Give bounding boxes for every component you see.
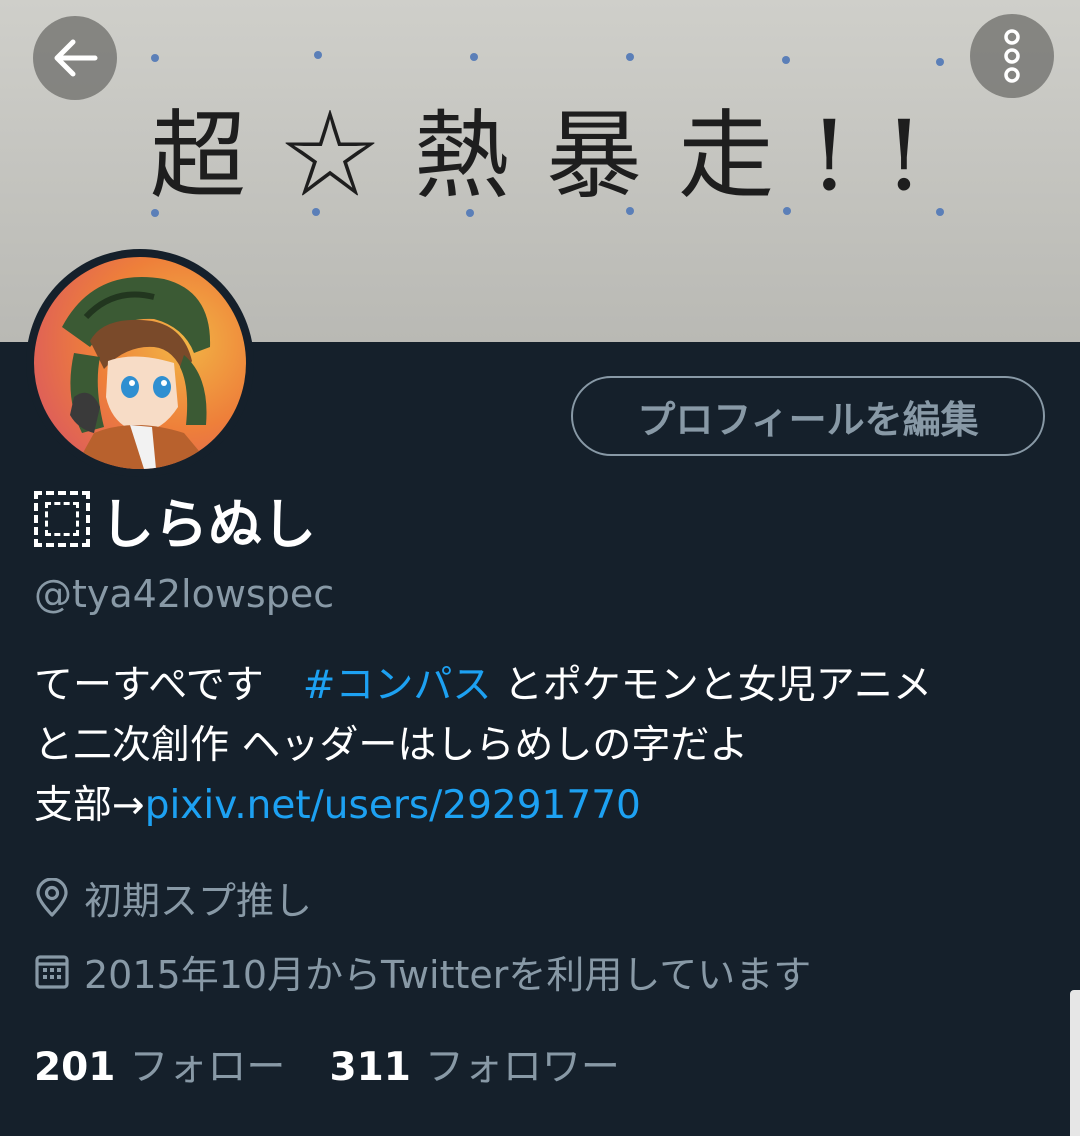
avatar-image: [34, 257, 246, 469]
following-link[interactable]: 201 フォロー: [34, 1036, 285, 1092]
bio-line-3: 支部→pixiv.net/users/29291770: [34, 776, 1054, 836]
location-row: 初期スプ推し: [34, 870, 312, 925]
scrollbar[interactable]: [1070, 990, 1080, 1136]
location-pin-icon: [36, 877, 68, 917]
joined-row: 2015年10月からTwitterを利用しています: [34, 944, 811, 999]
name-prefix-box-icon: [34, 491, 90, 547]
location-text: 初期スプ推し: [84, 879, 313, 923]
joined-text: 2015年10月からTwitterを利用しています: [84, 953, 812, 997]
pixiv-link[interactable]: pixiv.net/users/29291770: [145, 783, 641, 828]
followers-count: 311: [329, 1045, 411, 1090]
profile-bio: てーすぺです #コンパス とポケモンと女児アニメ と二次創作 ヘッダーはしらめし…: [34, 656, 1054, 836]
back-button[interactable]: [33, 16, 117, 100]
following-count: 201: [34, 1045, 116, 1090]
profile-page: 超☆熱暴走!! プロフィールを編集 しらぬし @tya42lowspec てーす…: [0, 0, 1080, 1136]
display-name-text: しらぬし: [100, 492, 316, 556]
avatar-illustration: [62, 277, 214, 469]
arrow-left-icon: [54, 39, 98, 77]
profile-avatar[interactable]: [26, 249, 254, 477]
calendar-icon: [35, 954, 69, 989]
more-vertical-icon: [1004, 29, 1020, 83]
followers-label: フォロワー: [424, 1045, 620, 1090]
hashtag-link[interactable]: #コンパス: [303, 663, 492, 708]
bio-line-1: てーすぺです #コンパス とポケモンと女児アニメ: [34, 656, 1054, 716]
bio-text: 支部→: [34, 783, 145, 828]
bio-text: とポケモンと女児アニメ: [491, 663, 933, 708]
bio-line-2: と二次創作 ヘッダーはしらめしの字だよ: [34, 723, 749, 768]
banner-handwriting: 超☆熱暴走!!: [150, 100, 960, 212]
following-label: フォロー: [129, 1045, 286, 1090]
display-name: しらぬし: [34, 486, 316, 556]
follow-stats: 201 フォロー 311 フォロワー: [34, 1036, 620, 1092]
edit-profile-button[interactable]: プロフィールを編集: [571, 376, 1045, 456]
followers-link[interactable]: 311 フォロワー: [329, 1036, 619, 1092]
bio-text: てーすぺです: [34, 663, 303, 708]
more-options-button[interactable]: [970, 14, 1054, 98]
user-handle: @tya42lowspec: [34, 572, 335, 616]
